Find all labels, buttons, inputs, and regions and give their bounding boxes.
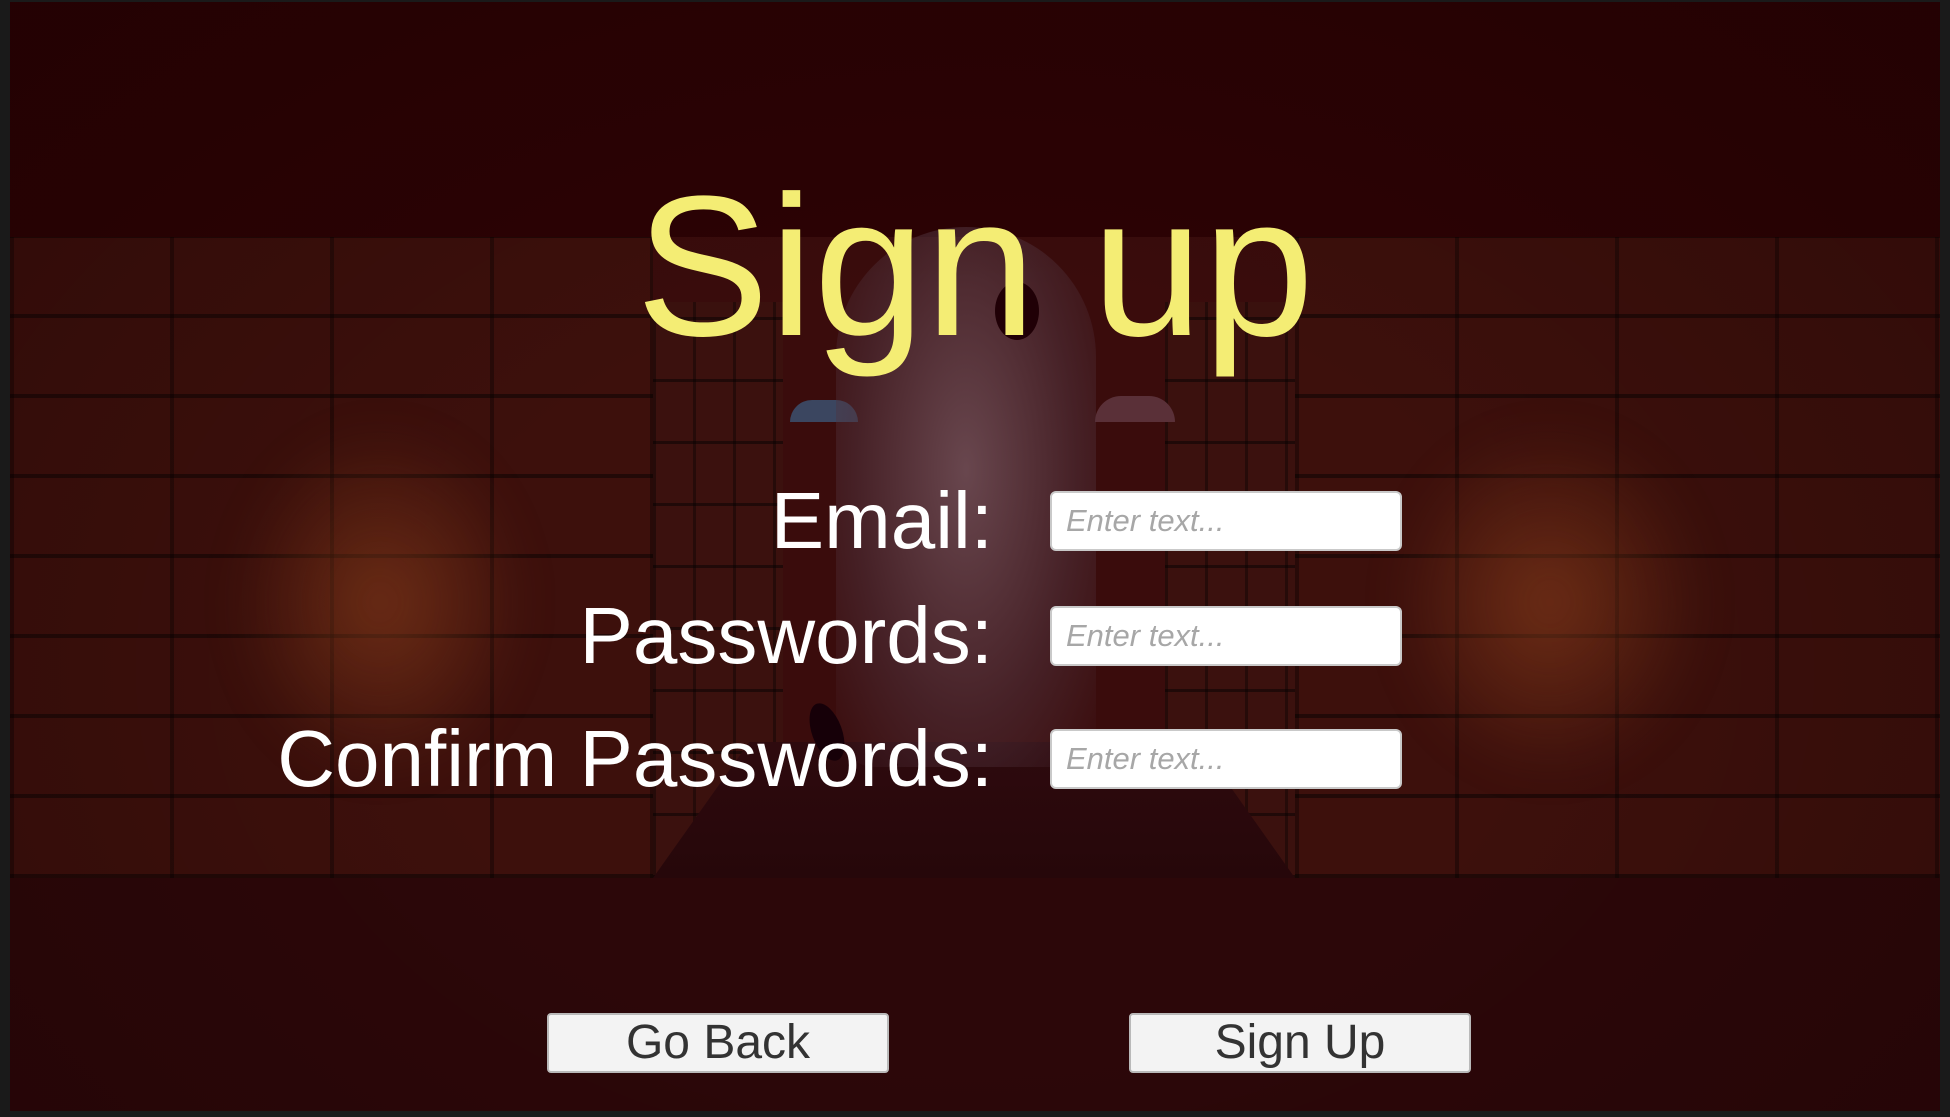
confirm-password-row: Confirm Passwords: (10, 714, 1940, 803)
password-label: Passwords: (579, 591, 993, 680)
password-row: Passwords: (10, 591, 1940, 680)
email-label: Email: (770, 476, 993, 565)
go-back-button[interactable]: Go Back (547, 1013, 889, 1073)
email-field[interactable] (1050, 491, 1402, 551)
page-title: Sign up (635, 155, 1315, 378)
background-floor (10, 878, 1940, 1111)
confirm-password-label: Confirm Passwords: (277, 714, 993, 803)
confirm-password-field[interactable] (1050, 729, 1402, 789)
game-view: Sign up Email: Passwords: Confirm Passwo… (10, 2, 1940, 1111)
email-row: Email: (10, 476, 1940, 565)
password-field[interactable] (1050, 606, 1402, 666)
sign-up-button[interactable]: Sign Up (1129, 1013, 1471, 1073)
corridor-arch-right (1095, 396, 1175, 422)
